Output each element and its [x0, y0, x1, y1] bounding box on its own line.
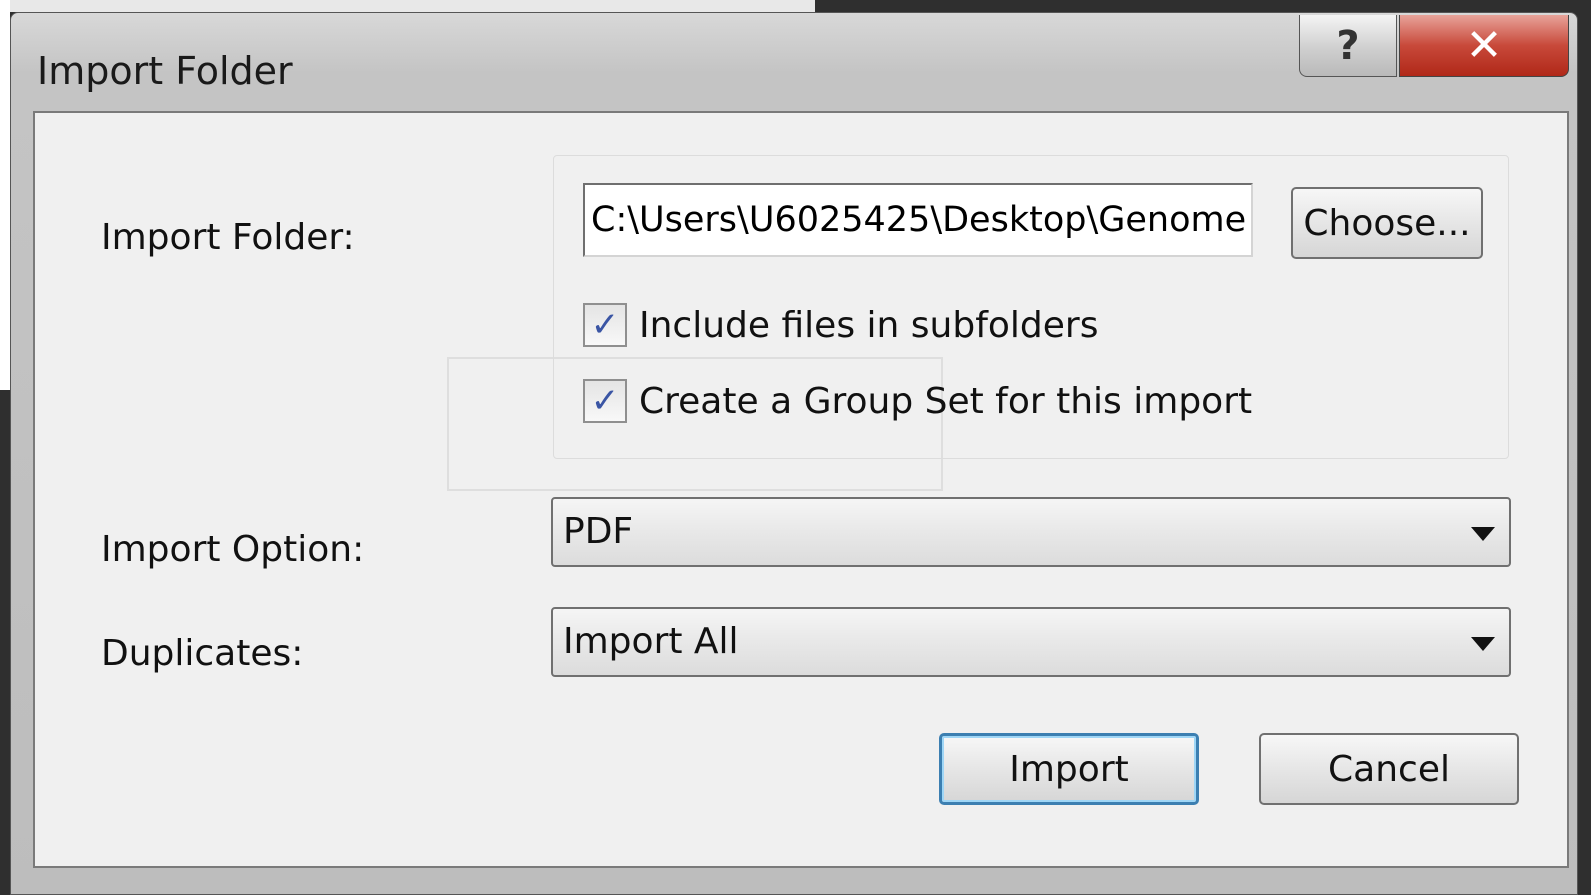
- dialog-title: Import Folder: [37, 49, 293, 93]
- duplicates-label: Duplicates:: [101, 633, 304, 674]
- folder-path-input[interactable]: [583, 183, 1253, 257]
- create-group-set-checkbox[interactable]: ✓: [583, 379, 627, 423]
- duplicates-dropdown[interactable]: Import All: [551, 607, 1511, 677]
- import-folder-label: Import Folder:: [101, 217, 355, 258]
- include-subfolders-label[interactable]: Include files in subfolders: [639, 305, 1098, 346]
- import-option-dropdown[interactable]: PDF: [551, 497, 1511, 567]
- help-button[interactable]: ?: [1299, 15, 1397, 77]
- checkmark-icon: ✓: [590, 381, 620, 421]
- choose-button-label: Choose...: [1303, 202, 1471, 244]
- chevron-down-icon: [1471, 527, 1495, 541]
- include-subfolders-checkbox[interactable]: ✓: [583, 303, 627, 347]
- choose-button[interactable]: Choose...: [1291, 187, 1483, 259]
- help-icon: ?: [1336, 22, 1360, 69]
- chevron-down-icon: [1471, 637, 1495, 651]
- create-group-set-label[interactable]: Create a Group Set for this import: [639, 381, 1252, 422]
- background-window-top: [10, 0, 815, 12]
- import-button[interactable]: Import: [939, 733, 1199, 805]
- close-icon: ✕: [1465, 20, 1503, 71]
- duplicates-value: Import All: [563, 621, 739, 662]
- dialog-content: Import Folder: Choose... ✓ Include files…: [33, 111, 1569, 868]
- import-option-value: PDF: [563, 511, 634, 552]
- import-button-label: Import: [1009, 748, 1129, 790]
- checkmark-icon: ✓: [590, 305, 620, 345]
- import-folder-dialog: Import Folder ? ✕ Import Folder: Choose.…: [10, 12, 1578, 895]
- background-window-edge: [0, 0, 10, 390]
- import-option-label: Import Option:: [101, 529, 365, 570]
- cancel-button-label: Cancel: [1328, 748, 1450, 790]
- cancel-button[interactable]: Cancel: [1259, 733, 1519, 805]
- close-button[interactable]: ✕: [1399, 15, 1569, 77]
